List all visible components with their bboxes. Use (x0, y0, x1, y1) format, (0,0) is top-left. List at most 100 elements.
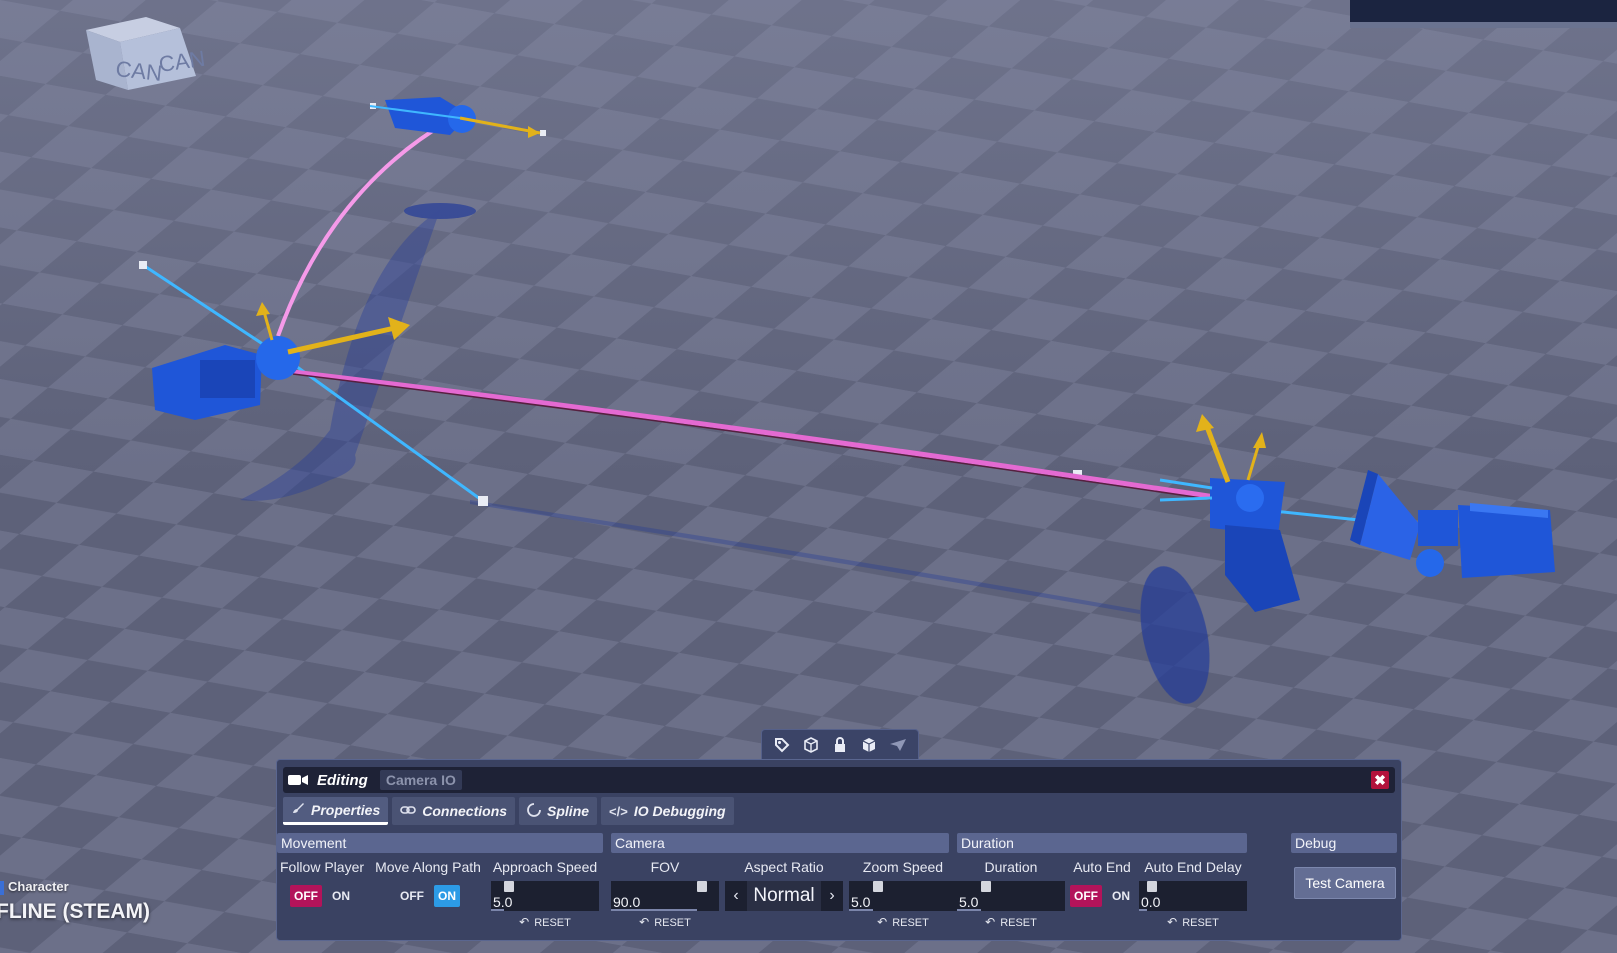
zoom-speed-field: Zoom Speed 5.0 ↶ RESET (849, 859, 957, 929)
frustum-handle[interactable] (139, 261, 147, 269)
duration-field: Duration 5.0 ↶ RESET (957, 859, 1065, 929)
distant-wall-edge (1350, 22, 1617, 28)
tab-label: Spline (547, 803, 590, 819)
reset-label: RESET (534, 917, 571, 929)
hud-mode-marker (0, 881, 4, 895)
reset-label: RESET (1000, 917, 1037, 929)
reset-button[interactable]: ↶ RESET (1139, 915, 1247, 929)
panel-title: Editing (317, 771, 368, 789)
field-label: Move Along Path (375, 859, 481, 875)
tab-label: IO Debugging (633, 803, 726, 819)
camera-io-tab[interactable]: Camera IO (379, 770, 462, 790)
section-camera: Camera FOV 90.0 ↶ RESET Aspect Ratio ‹ No… (611, 833, 957, 935)
close-button[interactable]: ✖ (1371, 771, 1389, 789)
undo-icon: ↶ (985, 915, 996, 929)
slider-knob[interactable] (1147, 881, 1157, 892)
chevron-right-icon[interactable]: › (821, 887, 843, 905)
reset-button[interactable]: ↶ RESET (957, 915, 1065, 929)
undo-icon: ↶ (1167, 915, 1178, 929)
slider-value: 90.0 (613, 894, 641, 910)
field-label: FOV (650, 859, 680, 875)
video-camera-icon (287, 773, 309, 787)
section-header: Debug (1291, 833, 1397, 853)
toggle-on-option[interactable]: ON (434, 885, 460, 907)
field-label: Auto End Delay (1144, 859, 1242, 875)
toggle-off-option[interactable]: OFF (290, 885, 322, 907)
auto-end-delay-field: Auto End Delay 0.0 ↶ RESET (1139, 859, 1247, 929)
slider-knob[interactable] (696, 881, 707, 892)
spline-icon (527, 802, 541, 820)
reset-label: RESET (892, 917, 929, 929)
distant-wall (1350, 0, 1617, 22)
tab-label: Connections (422, 803, 508, 819)
toggle-on-option[interactable]: ON (1108, 885, 1134, 907)
slider-value: 0.0 (1141, 894, 1161, 910)
field-label: Approach Speed (492, 859, 598, 875)
frustum-handle[interactable] (478, 496, 488, 506)
slider-value: 5.0 (493, 894, 513, 910)
reset-label: RESET (1182, 917, 1219, 929)
tab-label: Properties (311, 801, 381, 818)
brush-icon (291, 801, 305, 818)
aspect-ratio-selector[interactable]: ‹ Normal › (725, 881, 843, 911)
field-label: Aspect Ratio (744, 859, 824, 875)
section-movement: Movement Follow Player OFF ON Move Along… (277, 833, 603, 935)
section-debug: Debug Test Camera (1291, 833, 1397, 935)
lock-icon[interactable] (828, 734, 852, 756)
tag-icon[interactable] (770, 734, 794, 756)
section-header: Duration (957, 833, 1247, 853)
hud-mode-label: Character (0, 879, 69, 895)
hud-status-text: FLINE (STEAM) (0, 900, 150, 923)
follow-player-field: Follow Player OFF ON (279, 859, 365, 907)
auto-end-delay-slider[interactable]: 0.0 (1139, 881, 1247, 911)
fov-field: FOV 90.0 ↶ RESET (611, 859, 719, 929)
toggle-off-option[interactable]: OFF (1070, 885, 1102, 907)
zoom-speed-slider[interactable]: 5.0 (849, 881, 957, 911)
reset-button[interactable]: ↶ RESET (491, 915, 599, 929)
plane-icon[interactable] (886, 734, 910, 756)
field-label: Duration (984, 859, 1038, 875)
reset-label: RESET (654, 917, 691, 929)
cube-outline-icon[interactable] (799, 734, 823, 756)
slider-knob[interactable] (873, 881, 884, 892)
move-along-path-field: Move Along Path OFF ON (373, 859, 483, 907)
aspect-ratio-value: Normal (747, 881, 821, 911)
slider-value: 5.0 (851, 894, 871, 910)
toggle-on-option[interactable]: ON (328, 885, 354, 907)
slider-knob[interactable] (981, 881, 992, 892)
undo-icon: ↶ (519, 915, 530, 929)
camera-editor-panel: Editing Camera IO ✖ Properties Connectio… (276, 759, 1402, 941)
undo-icon: ↶ (639, 915, 650, 929)
code-icon: </> (609, 803, 628, 819)
auto-end-toggle[interactable]: OFF ON (1070, 885, 1134, 907)
slider-value: 5.0 (959, 894, 979, 910)
approach-speed-slider[interactable]: 5.0 (491, 881, 599, 911)
slider-knob[interactable] (504, 881, 515, 892)
reset-button[interactable]: ↶ RESET (611, 915, 719, 929)
panel-titlebar: Editing Camera IO ✖ (283, 767, 1395, 793)
chevron-left-icon[interactable]: ‹ (725, 887, 747, 905)
gizmo-toolbar (761, 729, 919, 759)
reset-button[interactable]: ↶ RESET (849, 915, 957, 929)
tab-spline[interactable]: Spline (519, 797, 598, 825)
toggle-off-option[interactable]: OFF (396, 885, 428, 907)
duration-slider[interactable]: 5.0 (957, 881, 1065, 911)
tab-connections[interactable]: Connections (392, 797, 516, 825)
move-along-path-toggle[interactable]: OFF ON (396, 885, 460, 907)
field-label: Auto End (1073, 859, 1131, 875)
section-header: Camera (611, 833, 949, 853)
panel-tabs: Properties Connections Spline </> IO Deb… (283, 797, 734, 825)
follow-player-toggle[interactable]: OFF ON (290, 885, 354, 907)
frustum-handle[interactable] (540, 130, 546, 136)
tab-properties[interactable]: Properties (283, 797, 389, 825)
tab-io-debugging[interactable]: </> IO Debugging (601, 797, 734, 825)
approach-speed-field: Approach Speed 5.0 ↶ RESET (491, 859, 599, 929)
undo-icon: ↶ (877, 915, 888, 929)
svg-text:CAN: CAN (114, 56, 163, 86)
cube-icon[interactable] (857, 734, 881, 756)
field-label: Follow Player (279, 859, 365, 875)
aspect-ratio-field: Aspect Ratio ‹ Normal › (725, 859, 843, 911)
hud-mode-text: Character (8, 879, 69, 894)
test-camera-button[interactable]: Test Camera (1294, 867, 1396, 899)
fov-slider[interactable]: 90.0 (611, 881, 719, 911)
